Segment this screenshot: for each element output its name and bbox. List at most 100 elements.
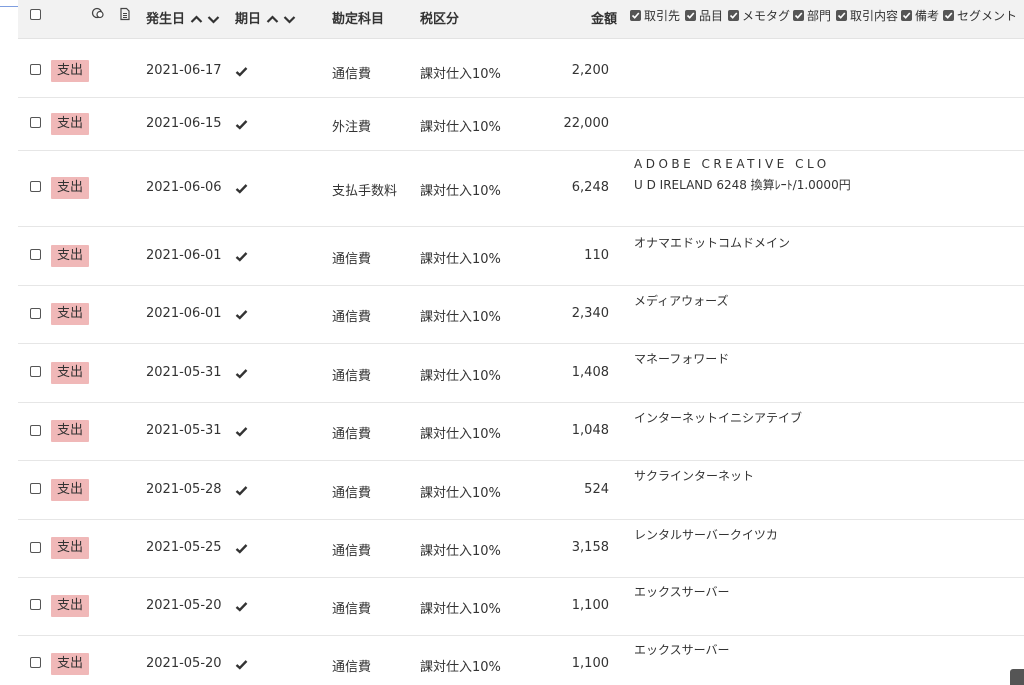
date-cell: 2021-05-20 xyxy=(146,656,222,671)
option-label: 部門 xyxy=(807,9,832,23)
date-column-header[interactable]: 発生日 xyxy=(146,8,220,27)
account-cell: 支払手数料 xyxy=(332,184,398,199)
tax-cell: 課対仕入10% xyxy=(420,486,501,501)
option-item[interactable]: 品目 xyxy=(685,7,723,24)
description-line1: エックスサーバー xyxy=(634,643,730,657)
checked-checkbox[interactable] xyxy=(630,10,641,21)
table-row[interactable]: 支出 2021-06-15 外注費 課対仕入10% 22,000 xyxy=(18,98,1024,151)
option-memotag[interactable]: メモタグ xyxy=(728,7,790,24)
amount-cell: 1,048 xyxy=(571,423,609,438)
option-label: 取引先 xyxy=(644,9,681,23)
check-icon xyxy=(235,184,248,194)
amount-cell: 110 xyxy=(584,248,609,263)
option-transaction-detail[interactable]: 取引内容 xyxy=(836,7,898,24)
description-line1: マネーフォワード xyxy=(634,352,730,366)
checked-checkbox[interactable] xyxy=(943,10,954,21)
option-segment[interactable]: セグメント xyxy=(943,7,1017,24)
description-line1: ADOBE CREATIVE CLO xyxy=(634,157,830,171)
option-partner[interactable]: 取引先 xyxy=(630,7,680,24)
date-column-label: 発生日 xyxy=(146,12,186,27)
select-all-checkbox[interactable] xyxy=(30,9,41,20)
date-cell: 2021-06-15 xyxy=(146,116,222,131)
comment-icon[interactable] xyxy=(91,7,105,21)
date-cell: 2021-05-28 xyxy=(146,482,222,497)
scrollbar-thumb[interactable] xyxy=(1010,669,1024,685)
type-badge: 支出 xyxy=(51,303,89,325)
type-badge: 支出 xyxy=(51,420,89,442)
check-icon xyxy=(235,310,248,320)
option-label: セグメント xyxy=(957,9,1018,23)
date-cell: 2021-05-25 xyxy=(146,540,222,555)
amount-cell: 3,158 xyxy=(571,540,609,555)
option-label: 品目 xyxy=(699,9,724,23)
tax-cell: 課対仕入10% xyxy=(420,67,501,82)
sort-asc-icon[interactable] xyxy=(266,15,279,24)
row-checkbox[interactable] xyxy=(30,117,41,128)
row-checkbox[interactable] xyxy=(30,249,41,260)
account-cell: 通信費 xyxy=(332,67,372,82)
row-checkbox[interactable] xyxy=(30,366,41,377)
due-column-header[interactable]: 期日 xyxy=(235,8,296,27)
account-cell: 通信費 xyxy=(332,660,372,675)
row-checkbox[interactable] xyxy=(30,542,41,553)
checked-checkbox[interactable] xyxy=(901,10,912,21)
row-checkbox[interactable] xyxy=(30,64,41,75)
amount-cell: 2,200 xyxy=(571,63,609,78)
row-checkbox[interactable] xyxy=(30,425,41,436)
type-badge: 支出 xyxy=(51,60,89,82)
check-icon xyxy=(235,252,248,262)
date-cell: 2021-06-06 xyxy=(146,180,222,195)
option-label: 取引内容 xyxy=(850,9,899,23)
table-row[interactable]: 支出 2021-06-01 通信費 課対仕入10% 2,340 メディアウォーズ xyxy=(18,286,1024,344)
type-badge: 支出 xyxy=(51,595,89,617)
sort-asc-icon[interactable] xyxy=(190,15,203,24)
checked-checkbox[interactable] xyxy=(728,10,739,21)
row-checkbox[interactable] xyxy=(30,181,41,192)
table-row[interactable]: 支出 2021-06-01 通信費 課対仕入10% 110 オナマエドットコムド… xyxy=(18,227,1024,286)
table-row[interactable]: 支出 2021-06-06 支払手数料 課対仕入10% 6,248 ADOBE … xyxy=(18,151,1024,227)
amount-cell: 2,340 xyxy=(571,306,609,321)
type-badge: 支出 xyxy=(51,113,89,135)
table-row[interactable]: 支出 2021-05-31 通信費 課対仕入10% 1,048 インターネットイ… xyxy=(18,403,1024,461)
table-row[interactable]: 支出 2021-05-20 通信費 課対仕入10% 1,100 エックスサーバー xyxy=(18,636,1024,685)
table-row[interactable]: 支出 2021-05-25 通信費 課対仕入10% 3,158 レンタルサーバー… xyxy=(18,520,1024,578)
tax-cell: 課対仕入10% xyxy=(420,427,501,442)
table-row[interactable]: 支出 2021-05-31 通信費 課対仕入10% 1,408 マネーフォワード xyxy=(18,344,1024,403)
date-cell: 2021-05-31 xyxy=(146,365,222,380)
row-checkbox[interactable] xyxy=(30,483,41,494)
date-cell: 2021-05-20 xyxy=(146,598,222,613)
check-icon xyxy=(235,427,248,437)
sort-desc-icon[interactable] xyxy=(283,15,296,24)
check-icon xyxy=(235,369,248,379)
description-line1: サクラインターネット xyxy=(634,469,755,483)
tax-cell: 課対仕入10% xyxy=(420,602,501,617)
option-department[interactable]: 部門 xyxy=(793,7,831,24)
amount-column-header: 金額 xyxy=(591,12,618,27)
description-line2: U D IRELAND 6248 換算ﾚｰﾄ/1.0000円 xyxy=(634,178,851,192)
option-label: メモタグ xyxy=(742,9,791,23)
amount-cell: 1,100 xyxy=(571,598,609,613)
table-row[interactable]: 支出 2021-06-17 通信費 課対仕入10% 2,200 xyxy=(18,45,1024,98)
check-icon xyxy=(235,544,248,554)
type-badge: 支出 xyxy=(51,479,89,501)
row-checkbox[interactable] xyxy=(30,308,41,319)
description-line1: インターネットイニシアテイブ xyxy=(634,411,803,425)
checked-checkbox[interactable] xyxy=(836,10,847,21)
account-cell: 通信費 xyxy=(332,427,372,442)
table-row[interactable]: 支出 2021-05-20 通信費 課対仕入10% 1,100 エックスサーバー xyxy=(18,578,1024,636)
type-badge: 支出 xyxy=(51,245,89,267)
type-badge: 支出 xyxy=(51,653,89,675)
check-icon xyxy=(235,602,248,612)
sort-desc-icon[interactable] xyxy=(207,15,220,24)
document-icon[interactable] xyxy=(118,7,132,21)
checked-checkbox[interactable] xyxy=(793,10,804,21)
tax-cell: 課対仕入10% xyxy=(420,120,501,135)
checked-checkbox[interactable] xyxy=(685,10,696,21)
due-column-label: 期日 xyxy=(235,12,262,27)
row-checkbox[interactable] xyxy=(30,599,41,610)
option-remarks[interactable]: 備考 xyxy=(901,7,939,24)
row-checkbox[interactable] xyxy=(30,657,41,668)
table-row[interactable]: 支出 2021-05-28 通信費 課対仕入10% 524 サクラインターネット xyxy=(18,461,1024,520)
description-line1: オナマエドットコムドメイン xyxy=(634,236,791,250)
tax-cell: 課対仕入10% xyxy=(420,252,501,267)
